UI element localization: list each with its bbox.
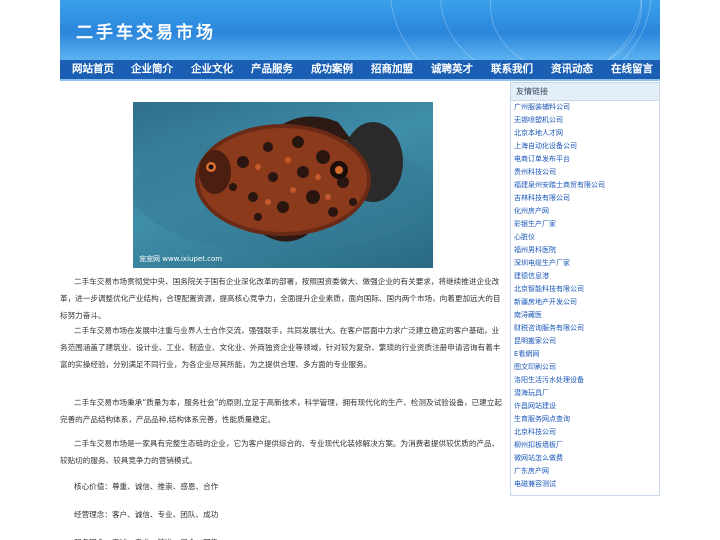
friend-link[interactable]: 生育服务网点查询 [514,413,659,426]
nav-item[interactable]: 诚聘英才 [431,60,473,79]
site-title: 二手车交易市场 [76,23,216,43]
article-paragraph: 二手车交易市场贯彻党中央、国务院关于国有企业深化改革的部署，按照国资委做大、做强… [60,277,501,320]
friend-link[interactable]: 许昌网站建设 [514,400,659,413]
friend-link[interactable]: 福建泉州安踏士商贸有限公司 [514,179,659,192]
friend-link[interactable]: 微网站怎么做费 [514,452,659,465]
nav-item[interactable]: 招商加盟 [371,60,413,79]
friend-link[interactable]: 吉林科技有限公司 [514,192,659,205]
friend-link[interactable]: 潜海玩具厂 [514,387,659,400]
article-paragraph: 二手车交易市场秉承“质量为本，服务社会”的原则,立足于高新技术，科学管理，拥有现… [60,398,502,424]
friend-link[interactable]: 图文印刷公司 [514,361,659,374]
nav-item[interactable]: 企业简介 [131,60,173,79]
photo-watermark: 宠宠网 www.ixiupet.com [139,254,222,263]
friend-link[interactable]: 洛阳生活污水处理设备 [514,374,659,387]
main-content: 宠宠网 www.ixiupet.com 二手车交易市场贯彻党中央、国务院关于国有… [60,82,506,540]
nav-item[interactable]: 网站首页 [72,60,114,79]
friend-link[interactable]: 北京科技公司 [514,426,659,439]
article-paragraph: 核心价值：尊重、诚信、推崇、感恩、合作 [74,482,219,491]
article-paragraph: 二手车交易市场在发展中注重与业界人士合作交流，强强联手，共同发展壮大。在客户层面… [60,326,501,369]
friend-links-panel: 友情链接 广州服装辅料公司 无锡喷塑机公司 北京本地人才网 上海自动化设备公司 电商订单… [510,82,660,496]
friend-link[interactable]: 电商订单发布平台 [514,153,659,166]
friend-link[interactable]: 电磁兼容测试 [514,478,659,491]
friend-link[interactable]: 新疆房地产开发公司 [514,296,659,309]
friend-link[interactable]: 昆明搬家公司 [514,335,659,348]
nav-item[interactable]: 在线留言 [611,60,653,79]
friend-link[interactable]: 无锡喷塑机公司 [514,114,659,127]
article-paragraph: 经营理念：客户、诚信、专业、团队、成功 [74,510,219,519]
friend-links-title: 友情链接 [511,83,659,101]
friend-link[interactable]: 建德信息港 [514,270,659,283]
site-banner: 二手车交易市场 [60,0,660,60]
article-paragraph: 二手车交易市场是一家具有完整生态链的企业，它为客户提供综合的、专业现代化装修解决… [60,439,500,465]
banner-decoration [490,0,642,60]
friend-link[interactable]: 福州男科医院 [514,244,659,257]
friend-link[interactable]: 柳州扣板墙板厂 [514,439,659,452]
nav-divider [60,79,660,81]
friend-link[interactable]: 广东房产网 [514,465,659,478]
article-paragraph: 服务理念：真诚、专业、精准、周全、可靠 [60,534,504,540]
friend-link[interactable]: 广州服装辅料公司 [514,101,659,114]
friend-link[interactable]: 彩银生产厂家 [514,218,659,231]
friend-link[interactable]: E看網网 [514,348,659,361]
friend-link[interactable]: 北京智能科技有限公司 [514,283,659,296]
nav-item[interactable]: 联系我们 [491,60,533,79]
nav-item[interactable]: 资讯动态 [551,60,593,79]
main-nav: 网站首页 企业简介 企业文化 产品服务 成功案例 招商加盟 诚聘英才 联系我们 资讯动态 在线留言 [60,60,660,79]
nav-item[interactable]: 成功案例 [311,60,353,79]
friend-link[interactable]: 心脏仪 [514,231,659,244]
friend-link[interactable]: 南浔藏医 [514,309,659,322]
friend-link[interactable]: 贵州科技公司 [514,166,659,179]
fish-photo: 宠宠网 www.ixiupet.com [133,102,433,268]
friend-link[interactable]: 北京本地人才网 [514,127,659,140]
friend-links-list: 广州服装辅料公司 无锡喷塑机公司 北京本地人才网 上海自动化设备公司 电商订单发布平台贵… [511,101,659,491]
friend-link[interactable]: 上海自动化设备公司 [514,140,659,153]
nav-item[interactable]: 产品服务 [251,60,293,79]
friend-link[interactable]: 深圳电缆生产厂家 [514,257,659,270]
friend-link[interactable]: 财税咨询服务有限公司 [514,322,659,335]
fish-illustration: 宠宠网 www.ixiupet.com [133,116,433,263]
friend-link[interactable]: 化州房产网 [514,205,659,218]
nav-item[interactable]: 企业文化 [191,60,233,79]
